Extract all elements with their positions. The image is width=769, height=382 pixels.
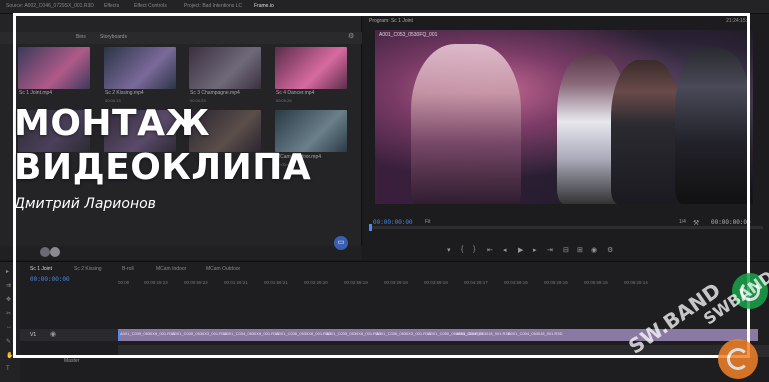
timeline-clip[interactable]: A001_C035_0530X8_001.R3D: [326, 331, 381, 336]
video-frame: A001_C053_0530FQ_001: [375, 30, 753, 204]
clip-name: Sc 1 Joint.mp4: [19, 90, 53, 96]
tab-storyboards[interactable]: Storyboards: [100, 34, 127, 40]
program-timecode-top: 21:24:15:: [726, 18, 747, 24]
title-line-2: ВИДЕОКЛИПА: [14, 147, 312, 188]
ripple-edit-icon[interactable]: ✥: [6, 296, 11, 303]
master-label: Master: [64, 358, 80, 364]
sequence-tab[interactable]: Sc 2 Kissing: [74, 266, 102, 272]
tab-source[interactable]: Source: A002_C046_0729SX_001.R3D: [6, 3, 94, 9]
ruler-tick: 00:00: [118, 280, 130, 285]
lift-icon[interactable]: ⊟: [563, 246, 569, 254]
track-select-icon[interactable]: ⇉: [6, 282, 11, 289]
timeline-clip[interactable]: A001_C036_0530X3_001.R3D: [376, 331, 431, 336]
razor-icon[interactable]: ✂: [6, 310, 11, 317]
comment-icon[interactable]: ▭: [334, 236, 348, 250]
video-clip-name: A001_C053_0530FQ_001: [379, 32, 438, 38]
author-name: Дмитрий Ларионов: [14, 196, 156, 212]
clip-thumbnail[interactable]: [18, 47, 90, 89]
go-to-out-icon[interactable]: ⇥: [547, 246, 553, 254]
ruler-tick: 00:00:59:22: [184, 280, 208, 285]
ruler-tick: 00:05:59:15: [584, 280, 608, 285]
tab-effects[interactable]: Effects: [104, 3, 119, 9]
program-title: Program: Sc 1 Joint: [369, 18, 413, 24]
tab-bins[interactable]: Bins: [76, 34, 86, 40]
clip-thumbnail[interactable]: [189, 47, 261, 89]
zoom-dropdown[interactable]: 1/4: [679, 219, 686, 225]
go-to-in-icon[interactable]: ⇤: [487, 246, 493, 254]
extract-icon[interactable]: ⊞: [577, 246, 583, 254]
timeline-clip[interactable]: A001_C034_0530X8_001.R3D: [224, 331, 279, 336]
track-label: V1: [30, 332, 37, 338]
user-avatar[interactable]: [50, 247, 60, 257]
title-line-1: МОНТАЖ: [14, 103, 211, 144]
watermark-logo: [718, 339, 758, 379]
person-figure: [611, 60, 681, 204]
panel-tab-bar: Source: A002_C046_0729SX_001.R3D Effects…: [0, 0, 769, 14]
clip-name: Sc 3 Champagne.mp4: [190, 90, 240, 96]
pen-tool-icon[interactable]: ✎: [6, 338, 11, 345]
selection-tool-icon[interactable]: ▸: [6, 268, 9, 275]
timeline-clip[interactable]: A001_C036_0530X8_001.R3D: [276, 331, 331, 336]
settings-icon[interactable]: ⚙: [607, 246, 613, 254]
ruler-tick: 00:01:29:21: [224, 280, 248, 285]
program-monitor: Program: Sc 1 Joint 21:24:15: A001_C053_…: [363, 14, 769, 260]
tools-panel: ▸ ⇉ ✥ ✂ ↔ ✎ ✋ T: [0, 262, 20, 382]
ruler-tick: 00:00:29:23: [144, 280, 168, 285]
timeline-timecode[interactable]: 00:00:00:00: [30, 276, 70, 283]
person-figure: [675, 48, 751, 204]
type-tool-icon[interactable]: T: [6, 366, 10, 372]
timeline-clip[interactable]: A001_C039_0530X8_001.R3D: [120, 331, 175, 336]
sequence-tab[interactable]: MCam Indoor: [156, 266, 186, 272]
sequence-tab[interactable]: MCam Outdoor: [206, 266, 240, 272]
step-forward-icon[interactable]: ▸: [533, 246, 537, 254]
clip-thumbnail[interactable]: [104, 47, 176, 89]
eye-icon[interactable]: ◉: [50, 330, 56, 338]
ruler-tick: 00:04:29:17: [464, 280, 488, 285]
ruler-tick: 00:05:29:16: [544, 280, 568, 285]
timeline-clip[interactable]: A001_C050_0530X8_001.R3D: [428, 331, 483, 336]
ruler-tick: 00:02:29:20: [304, 280, 328, 285]
watermark: SW.BAND SWBAND: [616, 267, 769, 382]
course-title-block: МОНТАЖ ВИДЕОКЛИПА Дмитрий Ларионов: [14, 102, 311, 212]
ruler-tick: 00:04:59:16: [504, 280, 528, 285]
project-panel-header: Bins Storyboards ⚙: [0, 32, 362, 44]
clip-name: Sc 4 Dancer.mp4: [276, 90, 315, 96]
export-frame-icon[interactable]: ◉: [591, 246, 597, 254]
ruler-tick: 00:01:59:21: [264, 280, 288, 285]
mark-in-icon[interactable]: {: [461, 246, 463, 253]
track-header-v1[interactable]: V1 ◉: [20, 329, 118, 341]
tab-project[interactable]: Project: Bad Intentions LC: [184, 3, 242, 9]
clip-name: Sc 2 Kissing.mp4: [105, 90, 144, 96]
play-icon[interactable]: ▶: [518, 246, 523, 254]
ruler-tick: 00:03:29:18: [384, 280, 408, 285]
marker-icon[interactable]: ▾: [447, 246, 451, 254]
ruler-tick: 00:03:59:18: [424, 280, 448, 285]
duration-timecode: 00:00:00:00: [711, 219, 751, 226]
project-panel-footer: ▭: [0, 236, 362, 260]
person-figure: [411, 44, 521, 204]
clip-thumbnail[interactable]: [275, 47, 347, 89]
hand-tool-icon[interactable]: ✋: [6, 352, 13, 359]
sequence-tab[interactable]: B-roll: [122, 266, 134, 272]
playhead-marker[interactable]: [369, 224, 372, 231]
step-back-icon[interactable]: ◂: [503, 246, 507, 254]
sequence-tab[interactable]: Sc 1 Joint: [30, 266, 52, 272]
slip-tool-icon[interactable]: ↔: [6, 324, 12, 330]
playhead-scrubber[interactable]: [369, 224, 763, 231]
mark-out-icon[interactable]: }: [473, 246, 475, 253]
tab-effect-controls[interactable]: Effect Controls: [134, 3, 167, 9]
timeline-clip[interactable]: A001_C004_0530J8_001.R3D: [508, 331, 563, 336]
settings-gear-icon[interactable]: ⚙: [348, 32, 354, 40]
current-timecode[interactable]: 00:00:00:00: [373, 219, 413, 226]
fit-dropdown[interactable]: Fit: [425, 219, 431, 225]
user-avatar[interactable]: [40, 247, 50, 257]
tab-frameio[interactable]: Frame.io: [254, 3, 274, 9]
timeline-clip[interactable]: A001_C035_0530X3_001.R3D: [172, 331, 227, 336]
ruler-tick: 00:02:59:19: [344, 280, 368, 285]
